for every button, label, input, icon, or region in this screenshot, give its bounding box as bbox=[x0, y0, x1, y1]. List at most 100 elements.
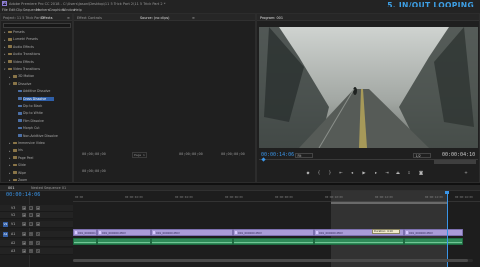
audio-clip[interactable] bbox=[97, 238, 151, 245]
effects-tree-item[interactable]: Video Effects bbox=[13, 60, 34, 64]
solo-icon[interactable]: S bbox=[36, 249, 40, 254]
lock-icon[interactable]: ▣ bbox=[22, 222, 26, 227]
timeline-scrollbar-thumb[interactable] bbox=[73, 259, 468, 262]
disclosure-chevron-icon[interactable]: ▸ bbox=[9, 75, 10, 79]
menu-edit[interactable]: Edit bbox=[9, 8, 16, 12]
audio-clip[interactable] bbox=[314, 238, 404, 245]
tab-source[interactable]: Source: (no clips) bbox=[140, 16, 169, 20]
video-clip[interactable]: 001_000000.MOV bbox=[233, 229, 314, 236]
lock-icon[interactable]: ▣ bbox=[22, 249, 26, 254]
track-header-v1[interactable]: V1 V1 ▣ ◫ ◉ bbox=[0, 221, 73, 228]
effects-tree-item[interactable]: Wipe bbox=[18, 171, 26, 175]
effects-tree-item[interactable]: Audio Effects bbox=[13, 45, 34, 49]
tab-effects[interactable]: Effects bbox=[41, 16, 53, 20]
eye-icon[interactable]: ◉ bbox=[36, 213, 40, 218]
effects-tree-item[interactable]: Film Dissolve bbox=[23, 119, 44, 123]
audio-clip[interactable] bbox=[73, 238, 97, 245]
disclosure-chevron-icon[interactable]: ▸ bbox=[4, 38, 5, 42]
track-header-v2[interactable]: V2 ▣ ◫ ◉ bbox=[0, 212, 73, 219]
disclosure-chevron-icon[interactable]: ▸ bbox=[9, 171, 10, 175]
track-header-a1[interactable]: A1 A1 ▣ M S bbox=[0, 231, 73, 238]
lift-icon[interactable]: ⏏ bbox=[395, 170, 401, 175]
zoom-fit-select[interactable]: Fit bbox=[295, 152, 313, 158]
video-clip[interactable]: 001_000000.MOV bbox=[97, 229, 151, 236]
audio-clip[interactable] bbox=[151, 238, 233, 245]
effects-tree-item[interactable]: Audio Transitions bbox=[13, 52, 40, 56]
effects-tree-item[interactable]: Morph Cut bbox=[23, 126, 40, 130]
tab-sequence-001[interactable]: 001 bbox=[8, 186, 14, 190]
video-clip[interactable]: 001_000000.MOV bbox=[404, 229, 463, 236]
disclosure-chevron-icon[interactable]: ▸ bbox=[9, 163, 10, 167]
step-back-icon[interactable]: ◂ bbox=[349, 170, 355, 175]
menu-file[interactable]: File bbox=[2, 8, 8, 12]
effects-search-input[interactable] bbox=[3, 22, 71, 28]
playback-resolution-select[interactable]: 1/2 bbox=[413, 152, 431, 158]
effects-tree-item[interactable]: Dissolve bbox=[18, 82, 31, 86]
play-icon[interactable]: ▶ bbox=[361, 170, 367, 175]
mute-icon[interactable]: M bbox=[29, 249, 33, 254]
eye-icon[interactable]: ◉ bbox=[36, 206, 40, 211]
solo-icon[interactable]: S bbox=[36, 241, 40, 246]
sync-lock-icon[interactable]: ◫ bbox=[29, 213, 33, 218]
lock-icon[interactable]: ▣ bbox=[22, 206, 26, 211]
audio-clip[interactable] bbox=[404, 238, 463, 245]
tab-effect-controls[interactable]: Effect Controls bbox=[77, 16, 102, 20]
effects-tree-item[interactable]: Zoom bbox=[18, 178, 27, 182]
disclosure-chevron-icon[interactable]: ▸ bbox=[9, 141, 10, 145]
track-header-a3[interactable]: A3 ▣ M S bbox=[0, 248, 73, 255]
disclosure-chevron-icon[interactable]: ▸ bbox=[9, 178, 10, 182]
timeline-work-area-bar[interactable] bbox=[331, 202, 447, 204]
disclosure-chevron-icon[interactable]: ▸ bbox=[4, 45, 5, 49]
step-forward-icon[interactable]: ▸ bbox=[373, 170, 379, 175]
lock-icon[interactable]: ▣ bbox=[22, 241, 26, 246]
panel-menu-icon[interactable]: ≡ bbox=[192, 16, 195, 20]
menu-help[interactable]: Help bbox=[74, 8, 82, 12]
effects-tree-item[interactable]: Dip to Black bbox=[23, 104, 42, 108]
disclosure-chevron-icon[interactable]: ▸ bbox=[4, 52, 5, 56]
menu-clip[interactable]: Clip bbox=[16, 8, 22, 12]
lock-icon[interactable]: ▣ bbox=[22, 213, 26, 218]
timeline-playhead[interactable] bbox=[445, 191, 449, 194]
solo-icon[interactable]: S bbox=[36, 232, 40, 237]
effects-tree-item[interactable]: Additive Dissolve bbox=[23, 89, 50, 93]
extract-icon[interactable]: ⇩ bbox=[406, 170, 412, 175]
timeline-current-timecode[interactable]: 00:00:14:06 bbox=[6, 192, 40, 198]
mark-in-icon[interactable]: { bbox=[316, 170, 322, 175]
track-header-v3[interactable]: V3 ▣ ◫ ◉ bbox=[0, 205, 73, 212]
video-clip[interactable]: 001_000000.MOV bbox=[73, 229, 97, 236]
button-editor-plus-icon[interactable]: + bbox=[463, 170, 469, 175]
effects-tree-item[interactable]: Iris bbox=[18, 148, 23, 152]
effects-tree-item[interactable]: Immersive Video bbox=[18, 141, 45, 145]
effects-tree-item[interactable]: 3D Motion bbox=[18, 74, 34, 78]
mute-icon[interactable]: M bbox=[29, 232, 33, 237]
effects-tree-item[interactable]: Presets bbox=[13, 30, 25, 34]
disclosure-chevron-icon[interactable]: ▾ bbox=[9, 82, 10, 86]
tab-project[interactable]: Project: 11 5 Trick Part 2 bbox=[3, 16, 44, 20]
sync-lock-icon[interactable]: ◫ bbox=[29, 222, 33, 227]
effects-tree-item[interactable]: Video Transitions bbox=[13, 67, 40, 71]
page-selector[interactable]: Page 1 bbox=[132, 152, 147, 158]
add-marker-icon[interactable]: ◆ bbox=[305, 170, 311, 175]
track-header-a2[interactable]: A2 ▣ M S bbox=[0, 240, 73, 247]
export-frame-icon[interactable]: ◙ bbox=[418, 170, 424, 175]
video-clip[interactable]: 001_000000.MOV bbox=[151, 229, 233, 236]
track-target-toggle[interactable]: V1 bbox=[3, 222, 8, 227]
disclosure-chevron-icon[interactable]: ▸ bbox=[4, 30, 5, 34]
disclosure-chevron-icon[interactable]: ▸ bbox=[9, 156, 10, 160]
effects-tree-item[interactable]: Lumetri Presets bbox=[13, 37, 38, 41]
disclosure-chevron-icon[interactable]: ▾ bbox=[4, 67, 5, 71]
disclosure-chevron-icon[interactable]: ▸ bbox=[4, 60, 5, 64]
program-current-timecode[interactable]: 00:00:14:06 bbox=[261, 152, 294, 158]
audio-clip[interactable] bbox=[233, 238, 314, 245]
track-target-toggle[interactable]: A1 bbox=[3, 232, 8, 237]
go-to-in-icon[interactable]: ⇤ bbox=[338, 170, 344, 175]
menu-markers[interactable]: Markers bbox=[36, 8, 50, 12]
eye-icon[interactable]: ◉ bbox=[36, 222, 40, 227]
mute-icon[interactable]: M bbox=[29, 241, 33, 246]
go-to-out-icon[interactable]: ⇥ bbox=[384, 170, 390, 175]
sync-lock-icon[interactable]: ◫ bbox=[29, 206, 33, 211]
effects-tree-item[interactable]: Cross Dissolve bbox=[23, 96, 55, 101]
mark-out-icon[interactable]: } bbox=[327, 170, 333, 175]
tab-program[interactable]: Program: 001 bbox=[260, 16, 283, 20]
effects-tree-item[interactable]: Page Peel bbox=[18, 156, 33, 160]
